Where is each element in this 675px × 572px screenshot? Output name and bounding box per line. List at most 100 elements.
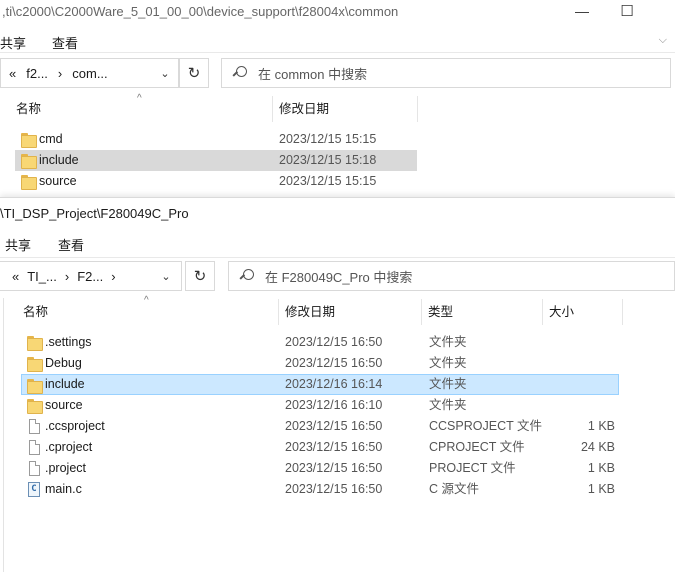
title-bar: ,ti\c2000\C2000Ware_5_01_00_00\device_su…: [0, 0, 675, 26]
file-type: CCSPROJECT 文件: [429, 419, 542, 433]
folder-icon: [21, 133, 37, 148]
explorer-window-project: \TI_DSP_Project\F280049C_Pro 共享 查看 « TI_…: [0, 197, 675, 572]
refresh-icon: ↻: [193, 268, 207, 285]
file-type: PROJECT 文件: [429, 461, 516, 475]
ribbon-divider: [0, 52, 675, 53]
breadcrumb-separator: ›: [57, 65, 63, 81]
c-source-icon: C: [28, 482, 40, 497]
ribbon: 共享 查看: [0, 230, 675, 258]
file-size: 1 KB: [587, 419, 615, 433]
address-bar[interactable]: « TI_... › F2... › ⌄: [0, 261, 182, 291]
folder-icon: [27, 357, 43, 372]
breadcrumb-separator: ›: [111, 268, 116, 284]
file-name: cmd: [39, 132, 63, 146]
search-placeholder: 在 common 中搜索: [258, 66, 368, 82]
file-row-include[interactable]: include 2023/12/16 16:14 文件夹: [21, 374, 619, 395]
window-title: \TI_DSP_Project\F280049C_Pro: [0, 206, 189, 221]
search-icon: [239, 268, 255, 284]
file-row-source[interactable]: source 2023/12/15 15:15: [15, 171, 417, 192]
file-date: 2023/12/16 16:14: [285, 377, 383, 391]
file-row-source[interactable]: source 2023/12/16 16:10 文件夹: [21, 395, 619, 416]
address-dropdown-icon[interactable]: ⌄: [152, 262, 180, 290]
folder-icon: [21, 154, 37, 169]
search-placeholder: 在 F280049C_Pro 中搜索: [265, 269, 413, 285]
file-date: 2023/12/15 15:15: [279, 174, 377, 188]
navigation-pane-edge: [0, 298, 4, 572]
breadcrumb-f2[interactable]: F2...: [77, 269, 103, 284]
column-date-modified[interactable]: 修改日期: [273, 96, 418, 122]
maximize-button[interactable]: ☐: [604, 0, 650, 22]
file-row-main-c[interactable]: C main.c 2023/12/15 16:50 C 源文件 1 KB: [21, 479, 619, 500]
folder-icon: [27, 379, 43, 394]
folder-icon: [27, 399, 43, 414]
file-icon: [29, 440, 40, 455]
window-title: ,ti\c2000\C2000Ware_5_01_00_00\device_su…: [2, 4, 399, 19]
file-row-ccsproject[interactable]: .ccsproject 2023/12/15 16:50 CCSPROJECT …: [21, 416, 619, 437]
ribbon-divider: [0, 257, 675, 258]
file-type: 文件夹: [429, 377, 467, 391]
file-name: .cproject: [45, 440, 93, 454]
column-type[interactable]: 类型: [422, 299, 543, 325]
address-bar[interactable]: « f2... › com... ⌄: [0, 58, 179, 88]
search-box[interactable]: 在 common 中搜索: [221, 58, 671, 88]
breadcrumb-ti[interactable]: TI_...: [27, 269, 57, 284]
file-date: 2023/12/15 15:18: [279, 153, 377, 167]
minimize-button[interactable]: —: [559, 0, 605, 22]
file-name: .ccsproject: [45, 419, 105, 433]
file-row-include[interactable]: include 2023/12/15 15:18: [15, 150, 417, 171]
address-dropdown-icon[interactable]: ⌄: [151, 59, 179, 87]
file-row-project[interactable]: .project 2023/12/15 16:50 PROJECT 文件 1 K…: [21, 458, 619, 479]
file-date: 2023/12/15 16:50: [285, 335, 383, 349]
search-icon: [232, 65, 248, 81]
file-date: 2023/12/16 16:10: [285, 398, 383, 412]
file-size: 1 KB: [587, 461, 615, 475]
file-date: 2023/12/15 16:50: [285, 461, 383, 475]
file-date: 2023/12/15 16:50: [285, 440, 383, 454]
file-size: 1 KB: [587, 482, 615, 496]
file-name: .project: [45, 461, 86, 475]
file-type: CPROJECT 文件: [429, 440, 525, 454]
file-row-cmd[interactable]: cmd 2023/12/15 15:15: [15, 129, 417, 150]
file-date: 2023/12/15 16:50: [285, 419, 383, 433]
file-name: include: [45, 377, 85, 391]
refresh-button[interactable]: ↻: [185, 261, 215, 291]
file-icon: [29, 461, 40, 476]
tab-view[interactable]: 查看: [52, 33, 78, 52]
explorer-window-common: ,ti\c2000\C2000Ware_5_01_00_00\device_su…: [0, 0, 675, 200]
title-bar: \TI_DSP_Project\F280049C_Pro: [0, 198, 675, 224]
column-size[interactable]: 大小: [543, 299, 623, 325]
search-box[interactable]: 在 F280049C_Pro 中搜索: [228, 261, 675, 291]
file-name: Debug: [45, 356, 82, 370]
address-overflow-button[interactable]: «: [9, 66, 16, 81]
file-date: 2023/12/15 15:15: [279, 132, 377, 146]
column-header: ^ 名称 修改日期: [0, 93, 418, 122]
tab-share[interactable]: 共享: [5, 235, 31, 254]
file-icon: [29, 419, 40, 434]
address-overflow-button[interactable]: «: [12, 269, 19, 284]
file-name: .settings: [45, 335, 92, 349]
file-row-cproject[interactable]: .cproject 2023/12/15 16:50 CPROJECT 文件 2…: [21, 437, 619, 458]
file-type: C 源文件: [429, 482, 480, 496]
ribbon-expand-icon[interactable]: ⌵: [659, 34, 667, 47]
tab-share[interactable]: 共享: [0, 33, 26, 52]
breadcrumb-common[interactable]: com...: [72, 66, 107, 81]
file-date: 2023/12/15 16:50: [285, 482, 383, 496]
column-date-modified[interactable]: 修改日期: [279, 299, 422, 325]
file-name: source: [45, 398, 83, 412]
maximize-icon: ☐: [620, 3, 634, 20]
tab-view[interactable]: 查看: [58, 235, 84, 254]
file-row-settings[interactable]: .settings 2023/12/15 16:50 文件夹: [21, 332, 619, 353]
breadcrumb-f2[interactable]: f2...: [26, 66, 48, 81]
refresh-button[interactable]: ↻: [179, 58, 209, 88]
file-type: 文件夹: [429, 398, 467, 412]
file-name: include: [39, 153, 79, 167]
column-name[interactable]: 名称: [10, 96, 273, 122]
file-name: main.c: [45, 482, 82, 496]
column-header: ^ 名称 修改日期 类型 大小: [0, 295, 623, 325]
file-row-debug[interactable]: Debug 2023/12/15 16:50 文件夹: [21, 353, 619, 374]
file-size: 24 KB: [580, 440, 615, 454]
folder-icon: [21, 175, 37, 190]
column-name[interactable]: 名称: [17, 299, 279, 325]
file-name: source: [39, 174, 77, 188]
folder-icon: [27, 336, 43, 351]
